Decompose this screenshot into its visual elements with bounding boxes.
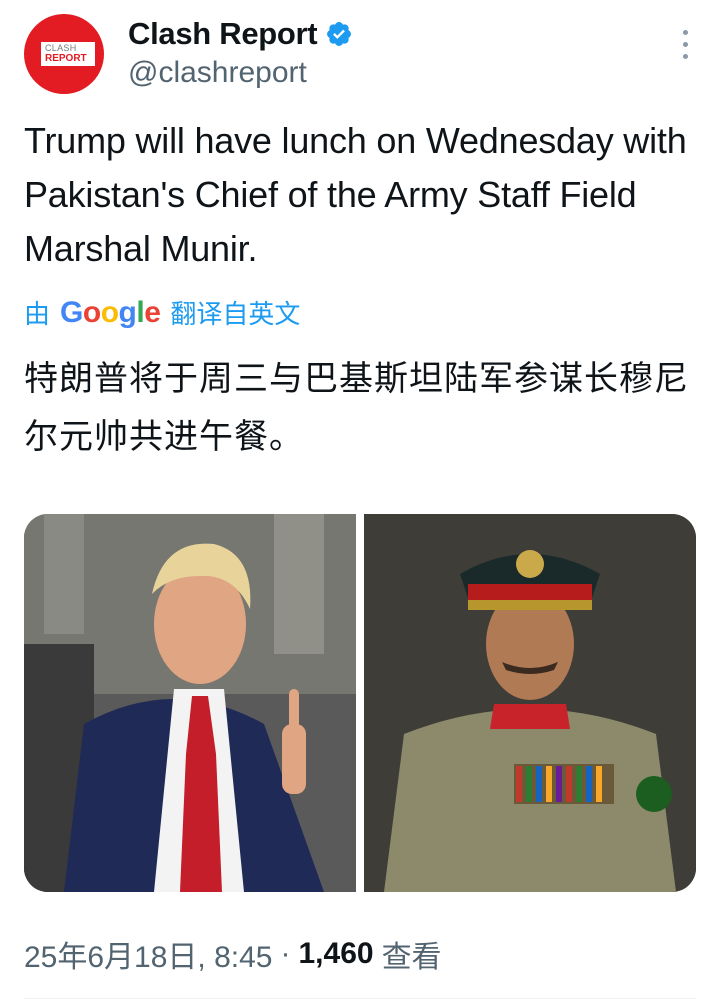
verified-badge-icon xyxy=(327,22,352,46)
tweet-meta: 25年6月18日, 8:45 · 1,460 查看 xyxy=(24,932,442,976)
avatar-logo-top: CLASH xyxy=(45,43,77,53)
timestamp[interactable]: 25年6月18日, 8:45 xyxy=(24,932,272,976)
author-name-line: Clash Report xyxy=(128,16,353,52)
divider xyxy=(24,998,696,999)
author-handle[interactable]: @clashreport xyxy=(128,56,307,90)
views-label: 查看 xyxy=(381,941,442,974)
meta-separator: · xyxy=(280,937,291,970)
photo-trump[interactable] xyxy=(24,514,356,892)
avatar-logo: CLASH REPORT xyxy=(41,42,95,66)
tweet-text: Trump will have lunch on Wednesday with … xyxy=(24,120,687,269)
photo-munir-illustration xyxy=(364,514,696,892)
tweet-media xyxy=(24,514,696,892)
avatar-logo-bottom: REPORT xyxy=(45,53,87,64)
author-display-name[interactable]: Clash Report xyxy=(128,16,318,52)
google-logo-icon: Google xyxy=(60,295,161,329)
translated-text: 特朗普将于周三与巴基斯坦陆军参谋长穆尼尔元帅共进午餐。 xyxy=(24,360,689,456)
photo-trump-illustration xyxy=(24,514,356,892)
translation-suffix: 翻译自英文 xyxy=(170,299,301,329)
translation-attribution[interactable]: 由 Google 翻译自英文 xyxy=(24,294,300,331)
photo-munir[interactable] xyxy=(364,514,696,892)
tweet-header: CLASH REPORT Clash Report @clashreport xyxy=(24,12,696,96)
more-options-icon[interactable] xyxy=(680,30,690,66)
views-count[interactable]: 1,460 xyxy=(298,937,373,971)
translation-prefix: 由 xyxy=(24,299,51,329)
avatar[interactable]: CLASH REPORT xyxy=(24,14,104,94)
